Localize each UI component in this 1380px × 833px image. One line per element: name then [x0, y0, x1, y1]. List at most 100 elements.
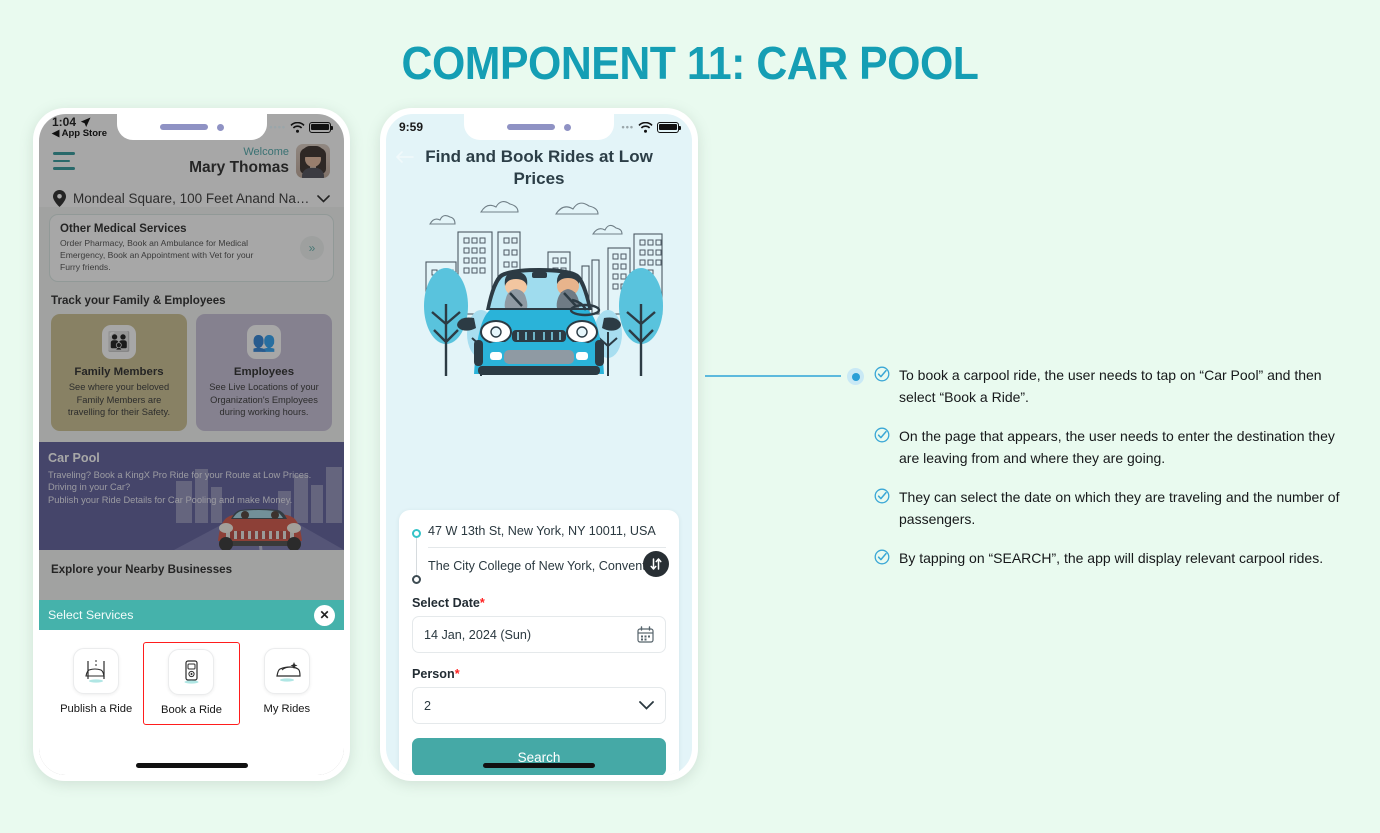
other-medical-services-card[interactable]: Other Medical Services Order Pharmacy, B… [49, 214, 334, 282]
card-title: Other Medical Services [60, 223, 187, 235]
car-pool-banner[interactable]: Car Pool Traveling? Book a KingX Pro Rid… [39, 441, 344, 550]
connector-dot [847, 368, 864, 385]
family-icon: 👪 [102, 325, 136, 359]
home-indicator [483, 763, 595, 768]
phone-mockup-book-ride: Find and Book Rides at Low Prices 47 W 1… [380, 108, 698, 781]
back-to-app[interactable]: ◀ App Store [52, 128, 107, 139]
card-title: Family Members [74, 366, 164, 378]
front-camera [216, 123, 224, 131]
card-description: See where your beloved Family Members ar… [67, 382, 171, 417]
card-description: Order Pharmacy, Book an Ambulance for Me… [60, 238, 254, 272]
card-title: Employees [233, 366, 295, 378]
book-content: Find and Book Rides at Low Prices 47 W 1… [386, 114, 692, 775]
family-members-card[interactable]: 👪 Family Members See where your beloved … [51, 314, 187, 431]
wifi-icon [638, 121, 653, 133]
service-label: My Rides [263, 703, 311, 715]
signal-dots-icon: •••• [269, 122, 286, 132]
notch [116, 114, 267, 140]
card-description: See Live Locations of your Organization'… [209, 382, 319, 417]
status-time: 9:59 [399, 120, 424, 134]
chevron-down-icon[interactable] [639, 701, 654, 710]
speaker-grille [507, 124, 555, 130]
select-services-sheet: Select Services ✕ Publish a Ride Book a … [39, 600, 344, 775]
route-divider [428, 547, 666, 548]
person-value: 2 [424, 698, 432, 713]
annotation-text: They can select the date on which they a… [899, 489, 1340, 527]
status-time: 1:04 [52, 115, 77, 129]
check-circle-icon [874, 549, 890, 565]
book-ride-screen: Find and Book Rides at Low Prices 47 W 1… [386, 114, 692, 775]
annotation-item: They can select the date on which they a… [874, 486, 1354, 530]
speaker-grille [159, 124, 208, 130]
annotation-item: To book a carpool ride, the user needs t… [874, 364, 1354, 408]
services-row: Publish a Ride Book a Ride My Rides [39, 630, 344, 725]
annotation-text: On the page that appears, the user needs… [899, 428, 1335, 466]
annotation-text: To book a carpool ride, the user needs t… [899, 367, 1322, 405]
carpool-car-city-illustration [386, 194, 692, 389]
explore-section-title: Explore your Nearby Businesses [51, 562, 233, 576]
destination-input[interactable]: The City College of New York, Convent Av… [428, 557, 666, 582]
location-arrow-icon [80, 117, 91, 127]
wifi-icon [290, 121, 305, 133]
banner-title: Car Pool [48, 450, 100, 465]
chevron-down-icon[interactable] [317, 194, 330, 203]
person-label: Person* [412, 667, 460, 681]
search-button[interactable]: Search [412, 738, 666, 775]
destination-dot-icon [412, 575, 421, 584]
select-date-label: Select Date* [412, 596, 485, 610]
check-circle-icon [874, 427, 890, 443]
home-indicator [135, 763, 248, 768]
publish-ride-icon [73, 648, 120, 694]
home-screen: Welcome Mary Thomas Mondeal Square, 100 … [39, 114, 344, 775]
origin-input[interactable]: 47 W 13th St, New York, NY 10011, USA [428, 522, 666, 547]
date-field[interactable]: 14 Jan, 2024 (Sun) [412, 616, 666, 653]
page-title: COMPONENT 11: CAR POOL [401, 37, 979, 89]
avatar[interactable] [296, 144, 330, 178]
calendar-icon[interactable] [637, 626, 654, 643]
sheet-title: Select Services [48, 608, 134, 622]
battery-icon [309, 121, 334, 133]
route-connector-line [415, 533, 418, 579]
my-rides-icon [263, 648, 310, 694]
date-value: 14 Jan, 2024 (Sun) [424, 627, 532, 642]
signal-dots-icon: ••• [621, 122, 634, 132]
page-heading: Find and Book Rides at Low Prices [425, 147, 653, 188]
sheet-header: Select Services ✕ [39, 600, 344, 630]
home-content: Welcome Mary Thomas Mondeal Square, 100 … [39, 114, 344, 775]
front-camera [564, 123, 571, 131]
phone-mockup-home: Welcome Mary Thomas Mondeal Square, 100 … [33, 108, 350, 781]
book-ride-icon [168, 649, 215, 695]
notch [464, 114, 614, 140]
double-chevron-right-icon[interactable]: » [300, 236, 324, 260]
track-cards-row: 👪 Family Members See where your beloved … [39, 307, 344, 431]
check-circle-icon [874, 488, 890, 504]
connector-line [705, 375, 841, 377]
close-icon[interactable]: ✕ [314, 604, 335, 626]
hamburger-menu-icon[interactable] [53, 152, 75, 175]
banner-description: Traveling? Book a KingX Pro Ride for you… [48, 469, 312, 505]
track-section-title: Track your Family & Employees [51, 294, 226, 307]
location-selector[interactable]: Mondeal Square, 100 Feet Anand Naga... [53, 190, 330, 207]
map-pin-icon [53, 190, 66, 207]
employees-card[interactable]: 👥 Employees See Live Locations of your O… [196, 314, 332, 431]
location-text: Mondeal Square, 100 Feet Anand Naga... [73, 191, 310, 206]
search-form-card: 47 W 13th St, New York, NY 10011, USA Th… [399, 510, 679, 775]
battery-icon [657, 121, 682, 133]
route-inputs: 47 W 13th St, New York, NY 10011, USA Th… [412, 522, 669, 584]
annotation-item: By tapping on “SEARCH”, the app will dis… [874, 547, 1354, 569]
swap-vertical-icon[interactable] [643, 551, 669, 577]
service-my-rides[interactable]: My Rides [240, 642, 334, 725]
person-select[interactable]: 2 [412, 687, 666, 724]
slide-canvas: COMPONENT 11: CAR POOL Welcome Mary Thom… [0, 0, 1380, 833]
annotation-text: By tapping on “SEARCH”, the app will dis… [899, 550, 1324, 566]
service-label: Book a Ride [161, 704, 222, 716]
annotation-list: To book a carpool ride, the user needs t… [874, 364, 1354, 586]
back-arrow-icon[interactable] [395, 150, 414, 164]
service-label: Publish a Ride [60, 703, 133, 715]
origin-dot-icon [412, 529, 421, 538]
service-book-a-ride[interactable]: Book a Ride [143, 642, 240, 725]
check-circle-icon [874, 366, 890, 382]
service-publish-a-ride[interactable]: Publish a Ride [49, 642, 143, 725]
welcome-label: Welcome [243, 145, 289, 158]
user-name: Mary Thomas [189, 158, 289, 176]
